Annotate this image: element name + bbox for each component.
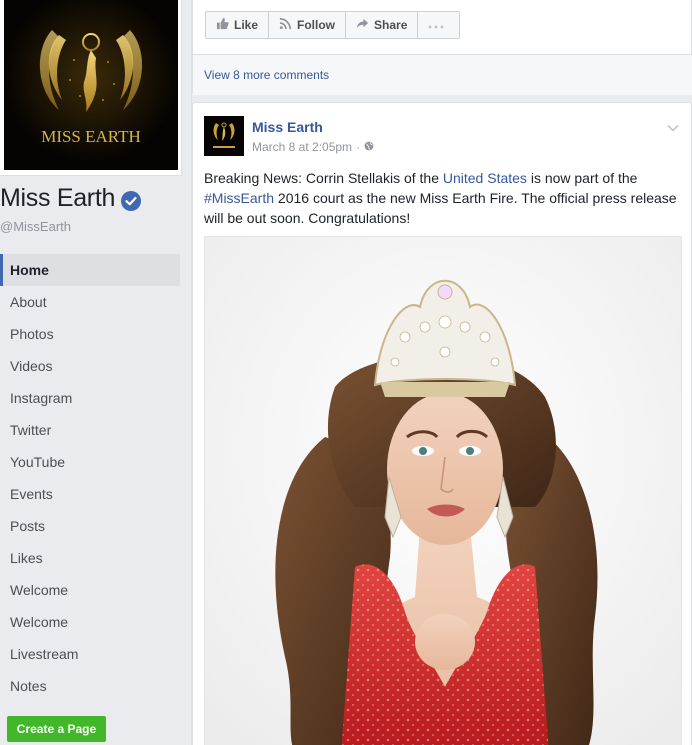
globe-icon: [364, 140, 374, 154]
left-column: MISS EARTH Miss Earth @MissEarth Home Ab…: [0, 0, 192, 745]
ellipsis-icon: [428, 18, 449, 32]
nav-item-posts[interactable]: Posts: [0, 510, 180, 542]
post-text-part-2: is now part of the: [526, 170, 638, 186]
nav-item-livestream[interactable]: Livestream: [0, 638, 180, 670]
post-card: Miss Earth March 8 at 2:05pm · Breaking …: [192, 102, 692, 745]
nav-item-events[interactable]: Events: [0, 478, 180, 510]
nav-item-home[interactable]: Home: [0, 254, 180, 286]
comments-section: View 8 more comments: [193, 54, 692, 95]
nav-item-videos[interactable]: Videos: [0, 350, 180, 382]
view-more-comments-link[interactable]: View 8 more comments: [204, 68, 329, 82]
page-nav: Home About Photos Videos Instagram Twitt…: [0, 254, 180, 702]
verified-badge-icon: [121, 189, 142, 211]
share-arrow-icon: [356, 17, 374, 33]
thumbs-up-icon: [216, 17, 234, 33]
nav-item-twitter[interactable]: Twitter: [0, 414, 180, 446]
post-text: Breaking News: Corrin Stellakis of the U…: [204, 168, 684, 228]
nav-item-photos[interactable]: Photos: [0, 318, 180, 350]
post-text-part-3: 2016 court as the new Miss Earth Fire. T…: [204, 190, 677, 226]
logo-text: MISS EARTH: [41, 127, 141, 146]
post-photo[interactable]: [204, 236, 682, 745]
create-page-button[interactable]: Create a Page: [7, 716, 106, 742]
hashtag-link[interactable]: #MissEarth: [204, 190, 274, 206]
like-button[interactable]: Like: [206, 12, 270, 38]
post-timestamp[interactable]: March 8 at 2:05pm: [252, 140, 352, 154]
previous-post-card: Like Follow Share View 8 more comments: [192, 0, 692, 95]
nav-item-welcome-2[interactable]: Welcome: [0, 606, 180, 638]
nav-item-likes[interactable]: Likes: [0, 542, 180, 574]
page-name[interactable]: Miss Earth: [0, 184, 142, 213]
more-options-button[interactable]: [418, 12, 459, 38]
rss-icon: [279, 17, 297, 33]
follow-button[interactable]: Follow: [269, 12, 347, 38]
page-name-text[interactable]: Miss Earth: [0, 184, 115, 213]
chevron-down-icon[interactable]: [667, 119, 679, 137]
profile-picture[interactable]: MISS EARTH: [0, 0, 182, 176]
nav-item-about[interactable]: About: [0, 286, 180, 318]
post-meta: March 8 at 2:05pm ·: [252, 140, 374, 154]
nav-item-youtube[interactable]: YouTube: [0, 446, 180, 478]
post-text-part-1: Breaking News: Corrin Stellakis of the: [204, 170, 443, 186]
nav-item-notes[interactable]: Notes: [0, 670, 180, 702]
meta-separator: ·: [356, 140, 361, 154]
post-actions: Like Follow Share: [205, 11, 461, 39]
like-label: Like: [234, 18, 259, 32]
page-handle[interactable]: @MissEarth: [0, 219, 71, 234]
miss-earth-logo: MISS EARTH: [4, 0, 178, 170]
share-button[interactable]: Share: [346, 12, 419, 38]
author-avatar[interactable]: [204, 116, 244, 156]
nav-item-instagram[interactable]: Instagram: [0, 382, 180, 414]
nav-item-welcome[interactable]: Welcome: [0, 574, 180, 606]
united-states-link[interactable]: United States: [443, 170, 527, 186]
share-label: Share: [374, 18, 408, 32]
follow-label: Follow: [297, 18, 336, 32]
post-author[interactable]: Miss Earth: [252, 119, 323, 135]
